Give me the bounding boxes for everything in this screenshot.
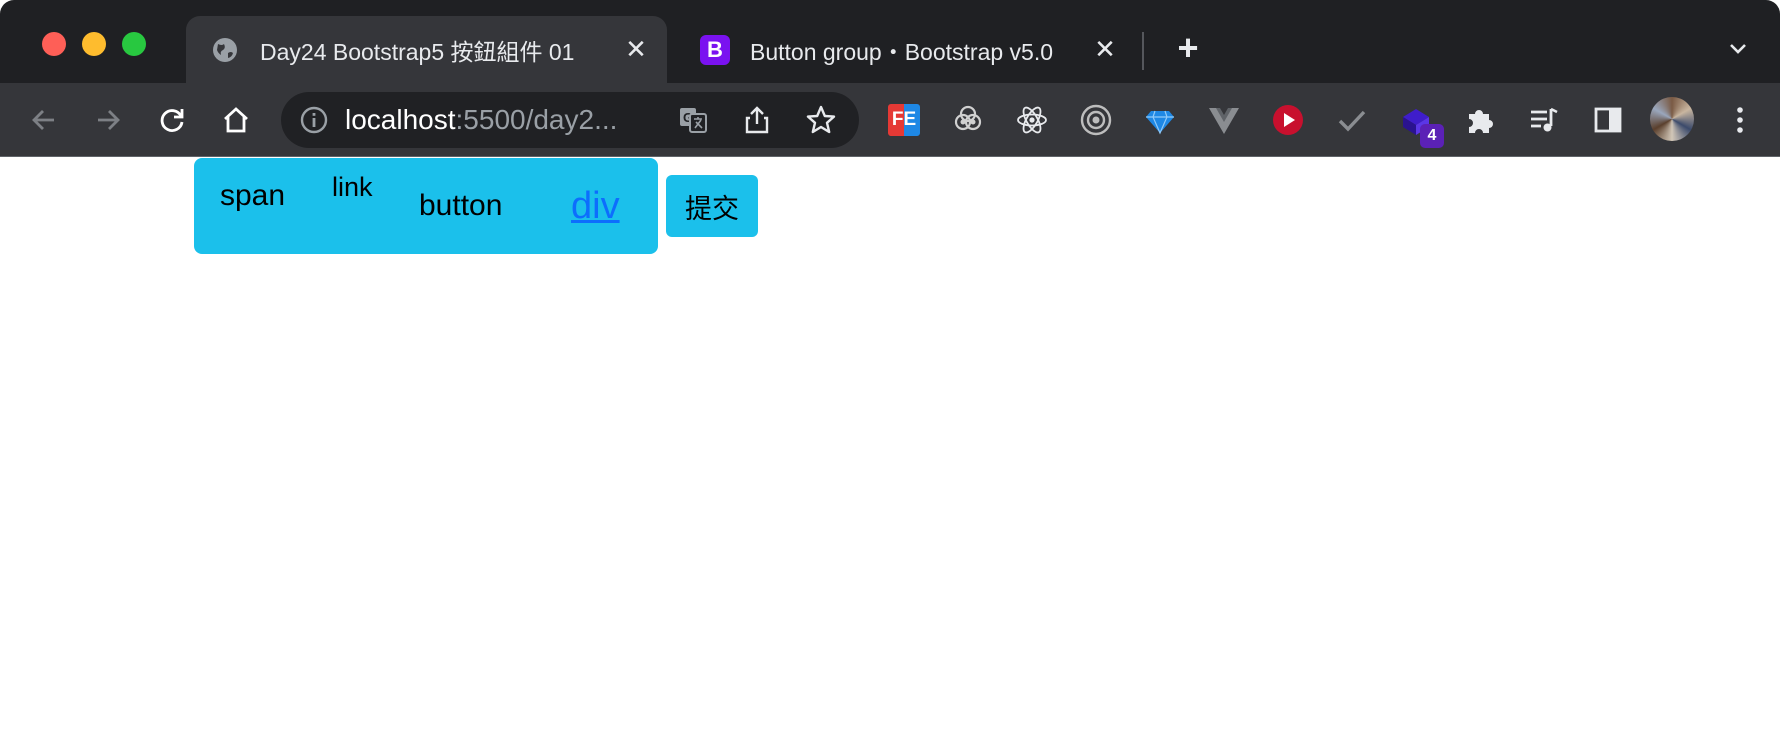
group-div-link[interactable]: div (571, 185, 620, 228)
browser-tabstrip: Day24 Bootstrap5 按鈕組件 01 ✕ B Button grou… (0, 0, 1780, 83)
sidebar-icon[interactable] (1588, 100, 1628, 140)
extension-badge: 4 (1420, 124, 1444, 148)
browser-toolbar: localhost:5500/day2... G FE (0, 83, 1780, 157)
react-devtools-icon[interactable] (1012, 100, 1052, 140)
playlist-icon[interactable] (1524, 100, 1564, 140)
tab-active[interactable]: Day24 Bootstrap5 按鈕組件 01 ✕ (186, 16, 667, 83)
eye-extension-icon[interactable] (948, 100, 988, 140)
maximize-window-button[interactable] (122, 32, 146, 56)
close-tab-icon[interactable]: ✕ (619, 33, 653, 67)
group-span-item: span (220, 179, 286, 212)
site-info-icon[interactable] (299, 105, 329, 135)
avatar[interactable] (1650, 97, 1694, 141)
share-icon[interactable] (741, 104, 773, 136)
home-icon[interactable] (216, 100, 256, 140)
tab-inactive[interactable]: B Button group・Bootstrap v5.0 ✕ (676, 16, 1136, 83)
translate-icon[interactable]: G (677, 104, 709, 136)
tab-title: Button group・Bootstrap v5.0 (750, 38, 1054, 65)
vue-devtools-icon[interactable] (1204, 100, 1244, 140)
target-icon[interactable] (1076, 100, 1116, 140)
address-url: localhost:5500/day2... (345, 104, 618, 135)
group-link-item[interactable]: link (332, 172, 373, 203)
tab-search-chevron-icon[interactable] (1720, 30, 1756, 66)
group-button-item[interactable]: button (419, 189, 502, 223)
tab-title: Day24 Bootstrap5 按鈕組件 01 (260, 38, 575, 65)
close-window-button[interactable] (42, 32, 66, 56)
check-icon[interactable] (1332, 100, 1372, 140)
address-bar[interactable]: localhost:5500/day2... G (281, 92, 859, 148)
puzzle-icon[interactable] (1460, 100, 1500, 140)
bootstrap-icon: B (700, 34, 730, 65)
minimize-window-button[interactable] (82, 32, 106, 56)
fe-helper-icon[interactable]: FE (884, 100, 924, 140)
button-group: span link button div (194, 158, 658, 254)
kebab-menu-icon[interactable] (1720, 100, 1760, 140)
tab-separator (1142, 32, 1144, 70)
forward-arrow-icon[interactable] (88, 100, 128, 140)
submit-button[interactable]: 提交 (666, 175, 758, 237)
back-arrow-icon[interactable] (24, 100, 64, 140)
new-tab-button[interactable]: + (1168, 27, 1208, 68)
bookmark-star-icon[interactable] (805, 104, 837, 136)
gem-icon[interactable] (1140, 100, 1180, 140)
globe-icon (210, 35, 240, 65)
reload-icon[interactable] (152, 100, 192, 140)
play-icon[interactable] (1268, 100, 1308, 140)
close-tab-icon[interactable]: ✕ (1088, 33, 1122, 67)
